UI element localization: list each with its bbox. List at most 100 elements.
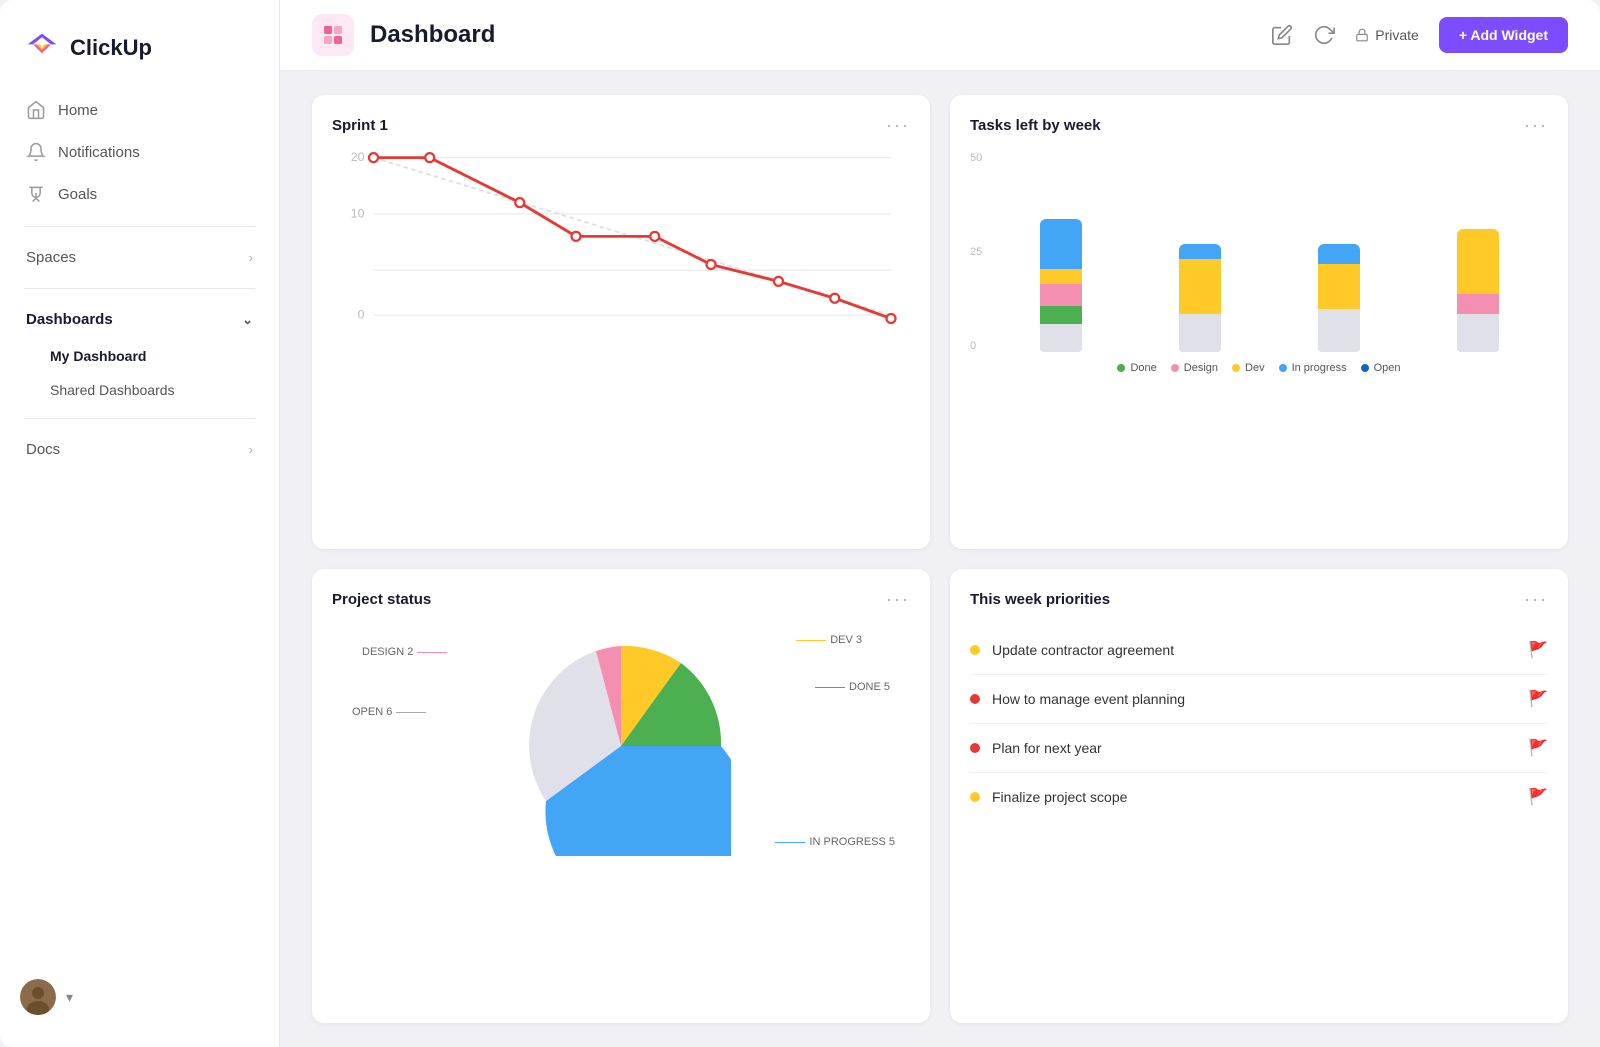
svg-text:0: 0	[358, 308, 365, 322]
home-icon	[26, 100, 46, 120]
bar-legend: Done Design Dev In progress Open	[970, 362, 1548, 374]
priority-dot-2	[970, 694, 980, 704]
app-name: ClickUp	[70, 35, 152, 61]
tasks-widget-title: Tasks left by week	[970, 117, 1101, 134]
bar-group-3	[1278, 162, 1399, 352]
dashboard-grid: Sprint 1 ··· 20 10 0	[280, 71, 1600, 1047]
pie-label-done: DONE 5	[815, 681, 890, 693]
project-status-header: Project status ···	[332, 589, 910, 610]
svg-text:10: 10	[351, 206, 365, 220]
sprint-chart-svg: 20 10 0	[332, 152, 910, 332]
pie-line-open	[396, 712, 426, 713]
legend-design: Design	[1171, 362, 1218, 374]
priority-flag-1: 🚩	[1528, 640, 1548, 660]
priority-item-2-left: How to manage event planning	[970, 691, 1185, 707]
priorities-widget-header: This week priorities ···	[970, 589, 1548, 610]
priority-item-1: Update contractor agreement 🚩	[970, 626, 1548, 675]
priority-dot-3	[970, 743, 980, 753]
pie-label-inprogress-text: IN PROGRESS 5	[809, 836, 895, 848]
dashboards-chevron-down-icon: ⌄	[242, 312, 253, 328]
sidebar-item-my-dashboard[interactable]: My Dashboard	[12, 340, 267, 372]
pie-label-design: DESIGN 2	[362, 646, 447, 658]
priority-text-4: Finalize project scope	[992, 789, 1127, 805]
privacy-badge[interactable]: Private	[1355, 27, 1419, 43]
docs-section: Docs ›	[0, 431, 279, 468]
sprint-chart: 20 10 0	[332, 152, 910, 352]
sidebar-item-shared-dashboards[interactable]: Shared Dashboards	[12, 374, 267, 406]
sidebar-item-dashboards[interactable]: Dashboards ⌄	[12, 301, 267, 338]
project-status-menu[interactable]: ···	[886, 589, 910, 610]
divider-1	[24, 226, 255, 227]
edit-icon[interactable]	[1271, 24, 1293, 46]
priority-dot-1	[970, 645, 980, 655]
header-left: Dashboard	[312, 14, 495, 56]
legend-in-progress: In progress	[1279, 362, 1347, 374]
avatar	[20, 979, 56, 1015]
priority-item-4-left: Finalize project scope	[970, 789, 1127, 805]
nav-label-home: Home	[58, 102, 98, 119]
pie-label-open: OPEN 6	[352, 706, 426, 718]
priority-text-2: How to manage event planning	[992, 691, 1185, 707]
my-dashboard-label: My Dashboard	[50, 348, 146, 364]
page-title: Dashboard	[370, 21, 495, 49]
nav-item-notifications[interactable]: Notifications	[12, 132, 267, 172]
legend-open: Open	[1361, 362, 1401, 374]
tasks-widget: Tasks left by week ··· 50 25 0	[950, 95, 1568, 549]
priority-flag-3: 🚩	[1528, 738, 1548, 758]
sidebar-item-spaces[interactable]: Spaces ›	[12, 239, 267, 276]
spaces-chevron-right-icon: ›	[249, 250, 253, 265]
priority-flag-2: 🚩	[1528, 689, 1548, 709]
priority-text-3: Plan for next year	[992, 740, 1102, 756]
nav-item-home[interactable]: Home	[12, 90, 267, 130]
tasks-widget-header: Tasks left by week ···	[970, 115, 1548, 136]
sprint-widget-title: Sprint 1	[332, 117, 388, 134]
project-status-title: Project status	[332, 591, 431, 608]
privacy-label: Private	[1375, 27, 1419, 43]
svg-text:20: 20	[351, 150, 365, 164]
main-content: Dashboard Private + Ad	[280, 0, 1600, 1047]
priority-item-1-left: Update contractor agreement	[970, 642, 1174, 658]
avatar-image	[20, 979, 56, 1015]
priority-list: Update contractor agreement 🚩 How to man…	[970, 626, 1548, 821]
pie-chart-container: DEV 3 DONE 5 IN PROGRESS 5 OPEN 6	[332, 626, 910, 866]
priorities-widget: This week priorities ··· Update contract…	[950, 569, 1568, 1023]
project-status-widget: Project status ···	[312, 569, 930, 1023]
priority-dot-4	[970, 792, 980, 802]
legend-done: Done	[1117, 362, 1156, 374]
refresh-icon[interactable]	[1313, 24, 1335, 46]
pie-label-inprogress: IN PROGRESS 5	[775, 836, 895, 848]
logo: ClickUp	[0, 20, 279, 90]
main-nav: Home Notifications Goals	[0, 90, 279, 214]
sprint-widget-menu[interactable]: ···	[886, 115, 910, 136]
priority-flag-4: 🚩	[1528, 787, 1548, 807]
tasks-widget-menu[interactable]: ···	[1524, 115, 1548, 136]
pie-line-inprogress	[775, 842, 805, 843]
pie-line-design	[417, 652, 447, 653]
priority-item-3-left: Plan for next year	[970, 740, 1102, 756]
sprint-widget: Sprint 1 ··· 20 10 0	[312, 95, 930, 549]
bar-group-4	[1417, 162, 1538, 352]
chevron-down-icon: ▾	[66, 989, 73, 1006]
priority-item-4: Finalize project scope 🚩	[970, 773, 1548, 821]
dashboards-section: Dashboards ⌄ My Dashboard Shared Dashboa…	[0, 301, 279, 406]
divider-2	[24, 288, 255, 289]
shared-dashboards-label: Shared Dashboards	[50, 382, 175, 398]
dashboards-label: Dashboards	[26, 311, 113, 328]
user-footer[interactable]: ▾	[0, 967, 279, 1027]
spaces-label: Spaces	[26, 249, 76, 266]
nav-label-notifications: Notifications	[58, 144, 140, 161]
bar-group-1	[1000, 162, 1121, 352]
sidebar-item-docs[interactable]: Docs ›	[12, 431, 267, 468]
docs-chevron-right-icon: ›	[249, 442, 253, 457]
lock-icon	[1355, 28, 1369, 42]
sprint-widget-header: Sprint 1 ···	[332, 115, 910, 136]
priorities-widget-menu[interactable]: ···	[1524, 589, 1548, 610]
add-widget-button[interactable]: + Add Widget	[1439, 17, 1568, 53]
page-header: Dashboard Private + Ad	[280, 0, 1600, 71]
spaces-section: Spaces ›	[0, 239, 279, 276]
nav-item-goals[interactable]: Goals	[12, 174, 267, 214]
bar-group-2	[1139, 162, 1260, 352]
docs-label: Docs	[26, 441, 60, 458]
legend-dev: Dev	[1232, 362, 1265, 374]
nav-label-goals: Goals	[58, 186, 97, 203]
